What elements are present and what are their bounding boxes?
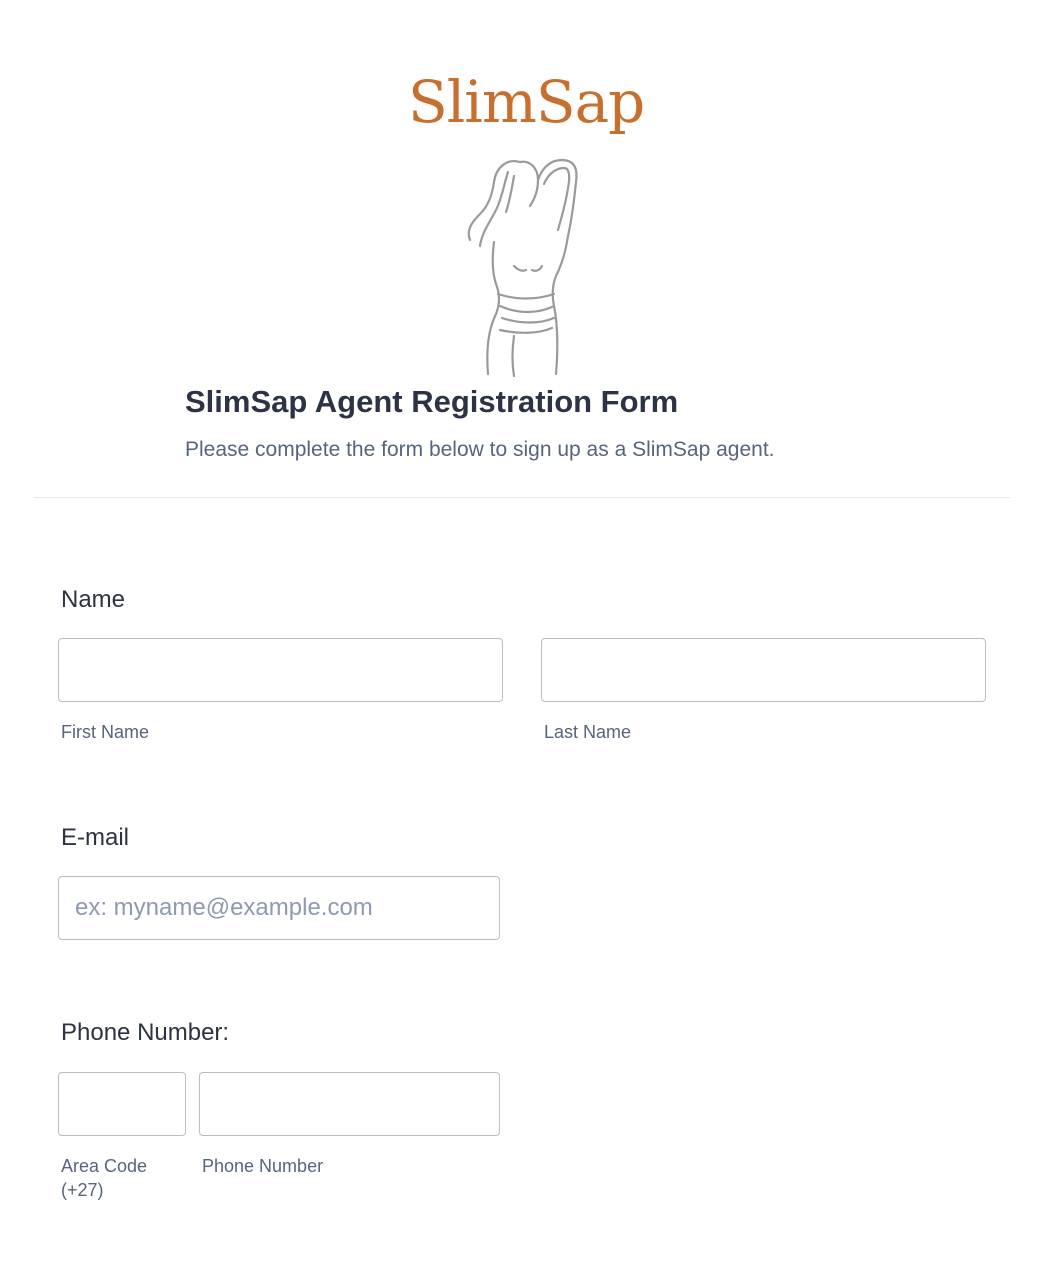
area-code-sublabel-line1: Area Code xyxy=(61,1156,148,1176)
header-divider xyxy=(34,497,1010,498)
area-code-input[interactable] xyxy=(58,1072,186,1136)
phone-number-sublabel: Phone Number xyxy=(202,1156,324,1176)
woman-silhouette-icon xyxy=(467,158,578,378)
first-name-input[interactable] xyxy=(58,638,503,702)
name-label: Name xyxy=(61,586,126,613)
last-name-sublabel: Last Name xyxy=(544,722,632,742)
last-name-input[interactable] xyxy=(541,638,986,702)
area-code-sublabel-line2: (+27) xyxy=(61,1180,104,1200)
brand-name: SlimSap xyxy=(408,68,645,136)
form-title: SlimSap Agent Registration Form xyxy=(185,384,679,419)
area-code-sublabel: Area Code (+27) xyxy=(61,1154,147,1202)
brand-logo: SlimSap xyxy=(408,66,645,378)
email-input[interactable] xyxy=(58,876,500,940)
form-subtitle: Please complete the form below to sign u… xyxy=(185,438,775,461)
phone-number-input[interactable] xyxy=(199,1072,500,1136)
phone-label: Phone Number: xyxy=(61,1019,230,1046)
email-label: E-mail xyxy=(61,824,130,851)
first-name-sublabel: First Name xyxy=(61,722,150,742)
